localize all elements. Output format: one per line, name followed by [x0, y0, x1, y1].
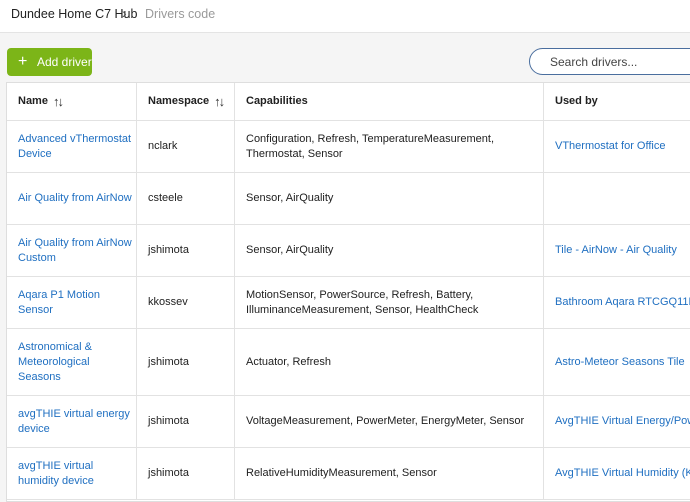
- search-box: [529, 48, 690, 75]
- table-row: Astronomical & Meteorological Seasons js…: [7, 329, 690, 396]
- capabilities-value: Configuration, Refresh, TemperatureMeasu…: [246, 132, 495, 160]
- column-header-capabilities-label: Capabilities: [246, 95, 308, 107]
- capabilities-value: RelativeHumidityMeasurement, Sensor: [246, 467, 437, 479]
- table-row: Air Quality from AirNow Custom jshimota …: [7, 225, 690, 277]
- chevron-right-icon: ›: [122, 5, 127, 21]
- top-bar: Dundee Home C7 Hub › Drivers code: [0, 0, 690, 33]
- add-driver-button[interactable]: + Add driver: [7, 48, 92, 76]
- driver-name-link[interactable]: Air Quality from AirNow Custom: [18, 236, 132, 266]
- column-header-namespace[interactable]: Namespace ↑↓: [136, 83, 234, 120]
- driver-name-link[interactable]: Advanced vThermostat Device: [18, 132, 132, 162]
- capabilities-value: Sensor, AirQuality: [246, 244, 334, 256]
- namespace-value: nclark: [148, 140, 178, 152]
- namespace-value: jshimota: [148, 415, 189, 427]
- driver-name-link[interactable]: Astronomical & Meteorological Seasons: [18, 340, 132, 385]
- used-by-link[interactable]: VThermostat for Office: [555, 139, 665, 154]
- plus-icon: +: [18, 53, 28, 70]
- namespace-value: jshimota: [148, 467, 189, 479]
- table-row: Aqara P1 Motion Sensor kkossev MotionSen…: [7, 277, 690, 329]
- breadcrumb-hub[interactable]: Dundee Home C7 Hub: [11, 7, 137, 21]
- namespace-value: jshimota: [148, 355, 189, 368]
- namespace-value: kkossev: [148, 296, 188, 308]
- namespace-value: jshimota: [148, 244, 189, 256]
- used-by-link[interactable]: Bathroom Aqara RTCGQ11M: [555, 295, 690, 310]
- used-by-link[interactable]: AvgTHIE Virtual Humidity (Ki: [555, 466, 690, 481]
- table-row: avgTHIE virtual humidity device jshimota…: [7, 448, 690, 500]
- drivers-table: Name ↑↓ Namespace ↑↓ Capabilities Used b…: [6, 82, 690, 502]
- add-driver-label: Add driver: [37, 55, 92, 69]
- table-row: Advanced vThermostat Device nclark Confi…: [7, 121, 690, 173]
- driver-name-link[interactable]: avgTHIE virtual humidity device: [18, 459, 132, 489]
- capabilities-value: Actuator, Refresh: [246, 355, 331, 368]
- table-row: Air Quality from AirNow csteele Sensor, …: [7, 173, 690, 225]
- breadcrumb-current-page: Drivers code: [145, 7, 216, 21]
- column-header-name[interactable]: Name ↑↓: [7, 83, 136, 120]
- column-header-capabilities: Capabilities: [234, 83, 543, 120]
- capabilities-value: MotionSensor, PowerSource, Refresh, Batt…: [246, 288, 479, 316]
- table-header-row: Name ↑↓ Namespace ↑↓ Capabilities Used b…: [7, 83, 690, 121]
- used-by-link[interactable]: Astro-Meteor Seasons Tile: [555, 355, 685, 370]
- table-row: avgTHIE virtual energy device jshimota V…: [7, 396, 690, 448]
- sort-icon[interactable]: ↑↓: [53, 94, 64, 109]
- driver-name-link[interactable]: Aqara P1 Motion Sensor: [18, 288, 132, 318]
- sort-icon[interactable]: ↑↓: [214, 94, 225, 109]
- column-header-used-by-label: Used by: [555, 95, 598, 107]
- driver-name-link[interactable]: Air Quality from AirNow: [18, 191, 132, 206]
- used-by-link[interactable]: AvgTHIE Virtual Energy/Powe: [555, 414, 690, 429]
- capabilities-value: VoltageMeasurement, PowerMeter, EnergyMe…: [246, 415, 525, 427]
- search-input[interactable]: [550, 54, 690, 69]
- column-header-namespace-label: Namespace: [148, 95, 210, 107]
- namespace-value: csteele: [148, 192, 183, 204]
- driver-name-link[interactable]: avgTHIE virtual energy device: [18, 407, 132, 437]
- used-by-link[interactable]: Tile - AirNow - Air Quality: [555, 243, 677, 258]
- column-header-name-label: Name: [18, 95, 48, 107]
- column-header-used-by: Used by: [543, 83, 690, 120]
- capabilities-value: Sensor, AirQuality: [246, 192, 334, 204]
